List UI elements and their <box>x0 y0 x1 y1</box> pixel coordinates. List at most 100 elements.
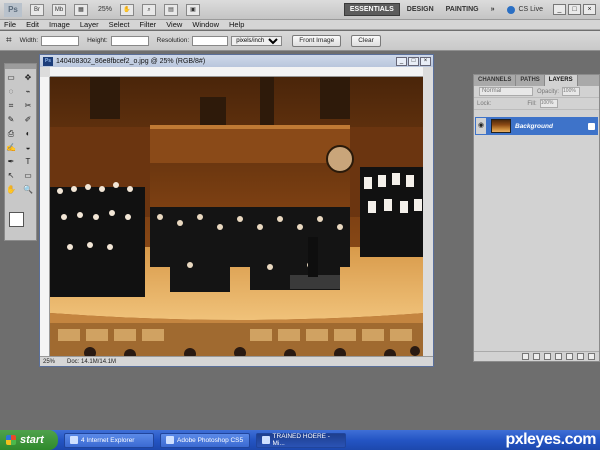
group-icon[interactable] <box>566 353 573 360</box>
resolution-unit-select[interactable]: pixels/inch <box>231 35 283 46</box>
new-layer-icon[interactable] <box>577 353 584 360</box>
tab-channels[interactable]: CHANNELS <box>474 75 517 86</box>
brush-tool-icon[interactable]: ✐ <box>21 113 35 126</box>
visibility-eye-icon[interactable]: ◉ <box>476 118 486 134</box>
foreground-color[interactable] <box>9 212 24 227</box>
workspace-painting[interactable]: PAINTING <box>441 4 484 15</box>
browser-icon <box>262 436 270 444</box>
height-input[interactable] <box>110 35 149 46</box>
crop-tool-icon[interactable]: ⌗ <box>6 35 12 46</box>
gradient-tool-icon[interactable]: ◒ <box>21 141 35 154</box>
options-bar: ⌗ Width: Height: Resolution: pixels/inch… <box>0 31 600 51</box>
resolution-label: Resolution: <box>156 37 190 44</box>
workspace-more[interactable]: » <box>486 4 500 15</box>
minibridge-icon[interactable]: Mb <box>52 3 66 16</box>
bridge-icon[interactable]: Br <box>30 3 44 16</box>
tab-paths[interactable]: PATHS <box>516 75 545 86</box>
fill-label: Fill: <box>527 100 537 107</box>
menu-help[interactable]: Help <box>229 20 244 29</box>
eyedropper-tool-icon[interactable]: ✂ <box>21 99 35 112</box>
windows-flag-icon <box>6 435 16 445</box>
workspace-essentials[interactable]: ESSENTIALS <box>343 3 400 16</box>
arrange-documents-icon[interactable]: ▤ <box>164 3 179 16</box>
doc-minimize-button[interactable]: _ <box>396 56 407 66</box>
close-button[interactable]: × <box>583 4 596 15</box>
app-bar: Ps Br Mb ▦ 25% ✋ ⌕ ▤ ▣ ESSENTIALS DESIGN… <box>0 0 600 20</box>
color-swatches[interactable] <box>9 212 35 240</box>
opacity-input[interactable]: 100% <box>562 87 581 96</box>
document-window: Ps 140408302_86e8fbcef2_o.jpg @ 25% (RGB… <box>39 54 434 367</box>
menu-file[interactable]: File <box>4 20 16 29</box>
menu-window[interactable]: Window <box>192 20 219 29</box>
layers-panel: CHANNELS PATHS LAYERS Normal Opacity: 10… <box>473 74 600 362</box>
taskbar-item-browser[interactable]: TRAINED HOERE - Mi... <box>256 432 346 448</box>
stamp-tool-icon[interactable]: ⎙ <box>4 127 18 140</box>
window-controls: _ □ × <box>553 4 596 15</box>
menu-select[interactable]: Select <box>109 20 130 29</box>
hand-tool-icon[interactable]: ✋ <box>4 183 18 196</box>
maximize-button[interactable]: □ <box>568 4 581 15</box>
layer-lock-icon <box>588 122 595 130</box>
lock-fill-row: Lock: Fill: 100% <box>474 98 599 110</box>
screen-mode-icon[interactable]: ▣ <box>186 3 201 16</box>
tab-layers[interactable]: LAYERS <box>544 75 578 86</box>
zoom-tool-icon[interactable]: 🔍 <box>21 183 35 196</box>
minimize-button[interactable]: _ <box>553 4 566 15</box>
menu-view[interactable]: View <box>166 20 182 29</box>
layer-row-background[interactable]: ◉ Background <box>475 117 598 135</box>
doc-close-button[interactable]: × <box>420 56 431 66</box>
eraser-tool-icon[interactable]: ✍ <box>4 141 18 154</box>
move-tool-icon[interactable]: ✥ <box>21 71 35 84</box>
trash-icon[interactable] <box>588 353 595 360</box>
task-label: 4 Internet Explorer <box>81 436 135 444</box>
quick-select-tool-icon[interactable]: ⌁ <box>21 85 35 98</box>
zoom-level[interactable]: 25% <box>98 6 112 13</box>
document-status-bar: 25% Doc: 14.1M/14.1M <box>40 356 433 366</box>
image-canvas[interactable] <box>50 77 423 356</box>
adjustment-layer-icon[interactable] <box>555 353 562 360</box>
cs-live-icon <box>507 5 516 14</box>
blend-mode-select[interactable]: Normal <box>479 87 533 96</box>
width-input[interactable] <box>41 35 80 46</box>
windows-taskbar: start 4 Internet Explorer Adobe Photosho… <box>0 430 600 450</box>
document-title: 140408302_86e8fbcef2_o.jpg @ 25% (RGB/8#… <box>56 57 206 65</box>
doc-maximize-button[interactable]: □ <box>408 56 419 66</box>
menu-edit[interactable]: Edit <box>26 20 39 29</box>
lock-label: Lock: <box>477 100 492 107</box>
menu-image[interactable]: Image <box>49 20 70 29</box>
healing-tool-icon[interactable]: ✎ <box>4 113 18 126</box>
blend-opacity-row: Normal Opacity: 100% <box>474 86 599 98</box>
panel-footer <box>474 351 599 361</box>
menu-filter[interactable]: Filter <box>140 20 157 29</box>
clear-button[interactable]: Clear <box>351 34 381 47</box>
layer-name: Background <box>515 122 553 130</box>
front-image-button[interactable]: Front Image <box>292 34 342 47</box>
resolution-input[interactable] <box>192 35 229 46</box>
menu-layer[interactable]: Layer <box>80 20 99 29</box>
workspace-design[interactable]: DESIGN <box>402 4 439 15</box>
cs-live[interactable]: CS Live <box>507 5 543 14</box>
lasso-tool-icon[interactable]: ◌ <box>4 85 18 98</box>
history-brush-tool-icon[interactable]: ◐ <box>21 127 35 140</box>
document-title-bar[interactable]: Ps 140408302_86e8fbcef2_o.jpg @ 25% (RGB… <box>40 55 433 67</box>
document-size[interactable]: Doc: 14.1M/14.1M <box>67 359 116 365</box>
view-extras-icon[interactable]: ▦ <box>74 3 88 16</box>
link-layers-icon[interactable] <box>522 353 529 360</box>
pen-tool-icon[interactable]: ✒ <box>4 155 18 168</box>
fill-input[interactable]: 100% <box>539 99 558 108</box>
document-zoom[interactable]: 25% <box>43 359 55 365</box>
crop-tool-icon[interactable]: ⌗ <box>4 99 18 112</box>
taskbar-item-ie[interactable]: 4 Internet Explorer <box>64 432 154 448</box>
shape-tool-icon[interactable]: ▭ <box>21 169 35 182</box>
marquee-tool-icon[interactable]: ▭ <box>4 71 18 84</box>
layer-mask-icon[interactable] <box>544 353 551 360</box>
watermark-logo: pxleyes.com <box>505 431 596 448</box>
layer-style-icon[interactable] <box>533 353 540 360</box>
zoom-tool-icon[interactable]: ⌕ <box>142 3 157 16</box>
photoshop-logo: Ps <box>4 2 22 17</box>
start-button[interactable]: start <box>0 430 58 450</box>
hand-tool-icon[interactable]: ✋ <box>120 3 135 16</box>
taskbar-item-photoshop[interactable]: Adobe Photoshop CS5 <box>160 432 250 448</box>
path-select-tool-icon[interactable]: ↖ <box>4 169 18 182</box>
type-tool-icon[interactable]: T <box>21 155 35 168</box>
